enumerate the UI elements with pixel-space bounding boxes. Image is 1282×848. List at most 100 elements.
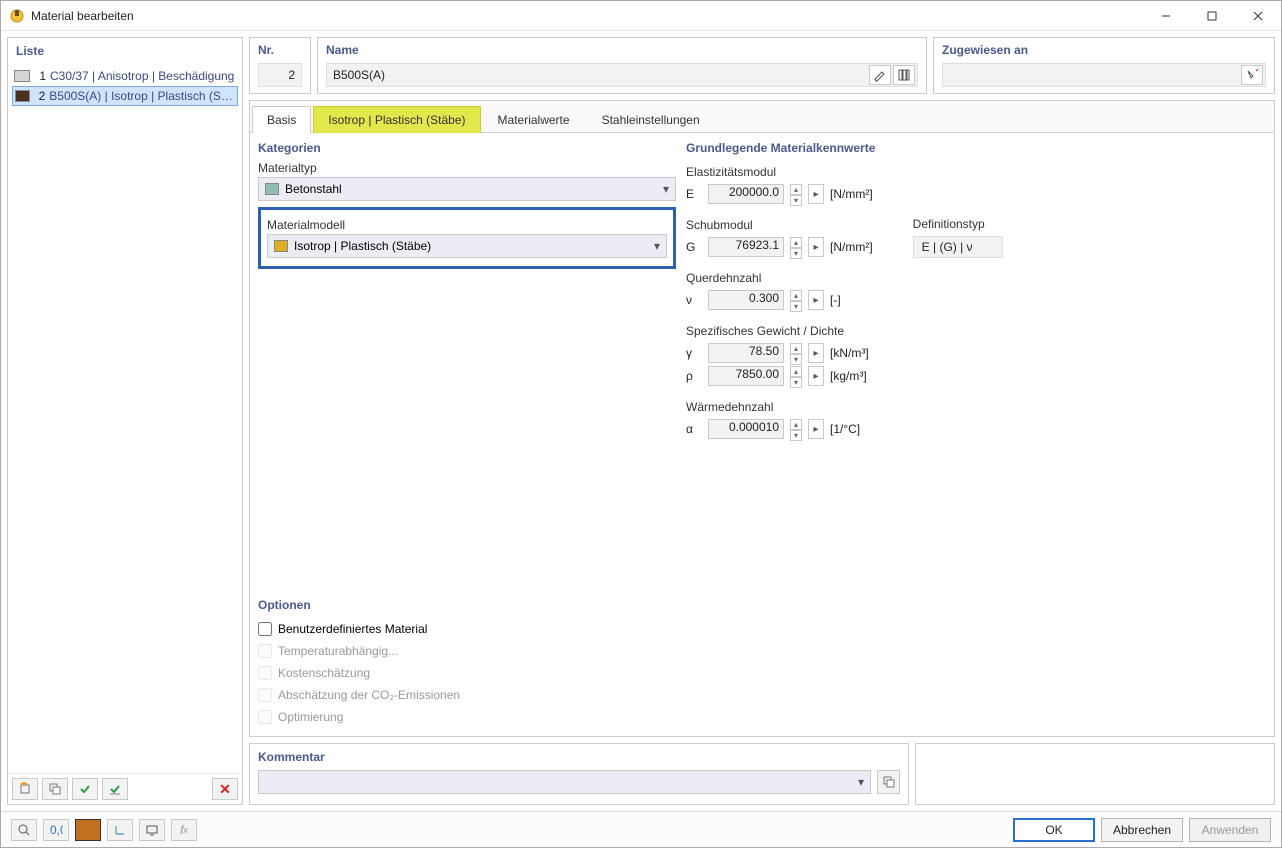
kommentar-head: Kommentar <box>258 750 900 764</box>
gamma-spinner[interactable]: ▴▾ <box>790 343 802 363</box>
name-box: Name B500S(A) <box>317 37 927 94</box>
alpha-spinner[interactable]: ▴▾ <box>790 419 802 439</box>
g-unit: [N/mm²] <box>830 240 873 254</box>
color-swatch <box>14 70 30 82</box>
g-label: Schubmodul <box>686 218 873 232</box>
list-action-1-button[interactable] <box>72 778 98 800</box>
temperature-label: Temperaturabhängig... <box>278 644 398 658</box>
nr-label: Nr. <box>250 38 310 59</box>
g-symbol: G <box>686 240 702 254</box>
rho-spinner[interactable]: ▴▾ <box>790 366 802 386</box>
library-button[interactable] <box>893 65 915 85</box>
e-spinner[interactable]: ▴▾ <box>790 184 802 204</box>
pick-button[interactable] <box>1241 65 1263 85</box>
close-button[interactable] <box>1235 1 1281 31</box>
optionen-section: Optionen Benutzerdefiniertes Material Te… <box>258 598 676 728</box>
tab-materialwerte[interactable]: Materialwerte <box>483 106 585 133</box>
materialtyp-value: Betonstahl <box>285 182 342 196</box>
e-label: Elastizitätsmodul <box>686 165 873 179</box>
user-defined-checkbox[interactable] <box>258 622 272 636</box>
optimierung-checkbox <box>258 710 272 724</box>
delete-item-button[interactable]: ✕ <box>212 778 238 800</box>
gamma-symbol: γ <box>686 346 702 360</box>
list-item-number: 2 <box>34 89 45 103</box>
materialtyp-dropdown[interactable]: Betonstahl ▾ <box>258 177 676 201</box>
tab-basis[interactable]: Basis <box>252 106 311 133</box>
g-spinner[interactable]: ▴▾ <box>790 237 802 257</box>
color-swatch <box>15 90 30 102</box>
option-co2: Abschätzung der CO₂-Emissionen <box>258 684 676 706</box>
name-label: Name <box>318 38 926 59</box>
list-item-2[interactable]: 2 B500S(A) | Isotrop | Plastisch (Stäbe) <box>12 86 238 106</box>
footer-tool-units[interactable]: 0,00 <box>43 819 69 841</box>
kommentar-input[interactable]: ▾ <box>258 770 871 794</box>
rho-menu-button[interactable]: ▸ <box>808 366 824 386</box>
kommentar-copy-button[interactable] <box>877 770 900 794</box>
nr-value[interactable]: 2 <box>258 63 302 87</box>
e-symbol: E <box>686 187 702 201</box>
gamma-input[interactable]: 78.50 <box>708 343 784 363</box>
rho-input[interactable]: 7850.00 <box>708 366 784 386</box>
list-action-2-button[interactable] <box>102 778 128 800</box>
g-menu-button[interactable]: ▸ <box>808 237 824 257</box>
alpha-unit: [1/°C] <box>830 422 860 436</box>
temperature-checkbox <box>258 644 272 658</box>
delete-icon: ✕ <box>219 781 231 798</box>
chevron-down-icon: ▾ <box>654 239 660 253</box>
empty-area <box>258 275 676 592</box>
grund-head: Grundlegende Materialkennwerte <box>686 141 1266 155</box>
footer-tool-axes[interactable] <box>107 819 133 841</box>
rho-unit: [kg/m³] <box>830 369 867 383</box>
option-user-defined[interactable]: Benutzerdefiniertes Material <box>258 618 676 640</box>
g-input[interactable]: 76923.1 <box>708 237 784 257</box>
e-unit: [N/mm²] <box>830 187 873 201</box>
assigned-to-field[interactable] <box>942 63 1266 87</box>
nr-box: Nr. 2 <box>249 37 311 94</box>
color-swatch <box>274 240 288 252</box>
list-item-label: B500S(A) | Isotrop | Plastisch (Stäbe) <box>49 89 235 103</box>
chevron-down-icon: ▾ <box>858 775 864 789</box>
optimierung-label: Optimierung <box>278 710 343 724</box>
new-item-button[interactable]: ✦ <box>12 778 38 800</box>
titlebar: Material bearbeiten <box>1 1 1281 31</box>
gamma-menu-button[interactable]: ▸ <box>808 343 824 363</box>
alpha-menu-button[interactable]: ▸ <box>808 419 824 439</box>
alpha-input[interactable]: 0.000010 <box>708 419 784 439</box>
rho-symbol: ρ <box>686 369 702 383</box>
tab-stahleinstellungen[interactable]: Stahleinstellungen <box>587 106 715 133</box>
option-temperature: Temperaturabhängig... <box>258 640 676 662</box>
definitionstyp-label: Definitionstyp <box>913 217 1266 231</box>
edit-name-button[interactable] <box>869 65 891 85</box>
main-panel: Basis Isotrop | Plastisch (Stäbe) Materi… <box>249 100 1275 737</box>
list-item-number: 1 <box>34 69 46 83</box>
definitionstyp-value[interactable]: E | (G) | ν <box>913 236 1003 258</box>
user-defined-label: Benutzerdefiniertes Material <box>278 622 427 636</box>
nu-unit: [-] <box>830 293 841 307</box>
nu-input[interactable]: 0.300 <box>708 290 784 310</box>
assigned-to-label: Zugewiesen an <box>934 38 1274 59</box>
footer-tool-search[interactable] <box>11 819 37 841</box>
materialmodell-highlight: Materialmodell Isotrop | Plastisch (Stäb… <box>258 207 676 269</box>
svg-text:✦: ✦ <box>19 782 29 791</box>
nu-spinner[interactable]: ▴▾ <box>790 290 802 310</box>
footer-tool-color[interactable] <box>75 819 101 841</box>
list-item-1[interactable]: 1 C30/37 | Anisotrop | Beschädigung <box>12 66 238 86</box>
e-input[interactable]: 200000.0 <box>708 184 784 204</box>
materialtyp-label: Materialtyp <box>258 161 676 175</box>
materialmodell-dropdown[interactable]: Isotrop | Plastisch (Stäbe) ▾ <box>267 234 667 258</box>
e-menu-button[interactable]: ▸ <box>808 184 824 204</box>
list-body: 1 C30/37 | Anisotrop | Beschädigung 2 B5… <box>8 62 242 773</box>
apply-button: Anwenden <box>1189 818 1271 842</box>
color-swatch <box>265 183 279 195</box>
minimize-button[interactable] <box>1143 1 1189 31</box>
copy-item-button[interactable] <box>42 778 68 800</box>
footer-tool-display[interactable] <box>139 819 165 841</box>
cancel-button[interactable]: Abbrechen <box>1101 818 1183 842</box>
maximize-button[interactable] <box>1189 1 1235 31</box>
tab-isotrop-plastisch[interactable]: Isotrop | Plastisch (Stäbe) <box>313 106 480 133</box>
ok-button[interactable]: OK <box>1013 818 1095 842</box>
nu-menu-button[interactable]: ▸ <box>808 290 824 310</box>
footer-tool-fx[interactable]: fx <box>171 819 197 841</box>
grundlegende-section: Grundlegende Materialkennwerte Elastizit… <box>686 141 1266 728</box>
name-field[interactable]: B500S(A) <box>326 63 918 87</box>
